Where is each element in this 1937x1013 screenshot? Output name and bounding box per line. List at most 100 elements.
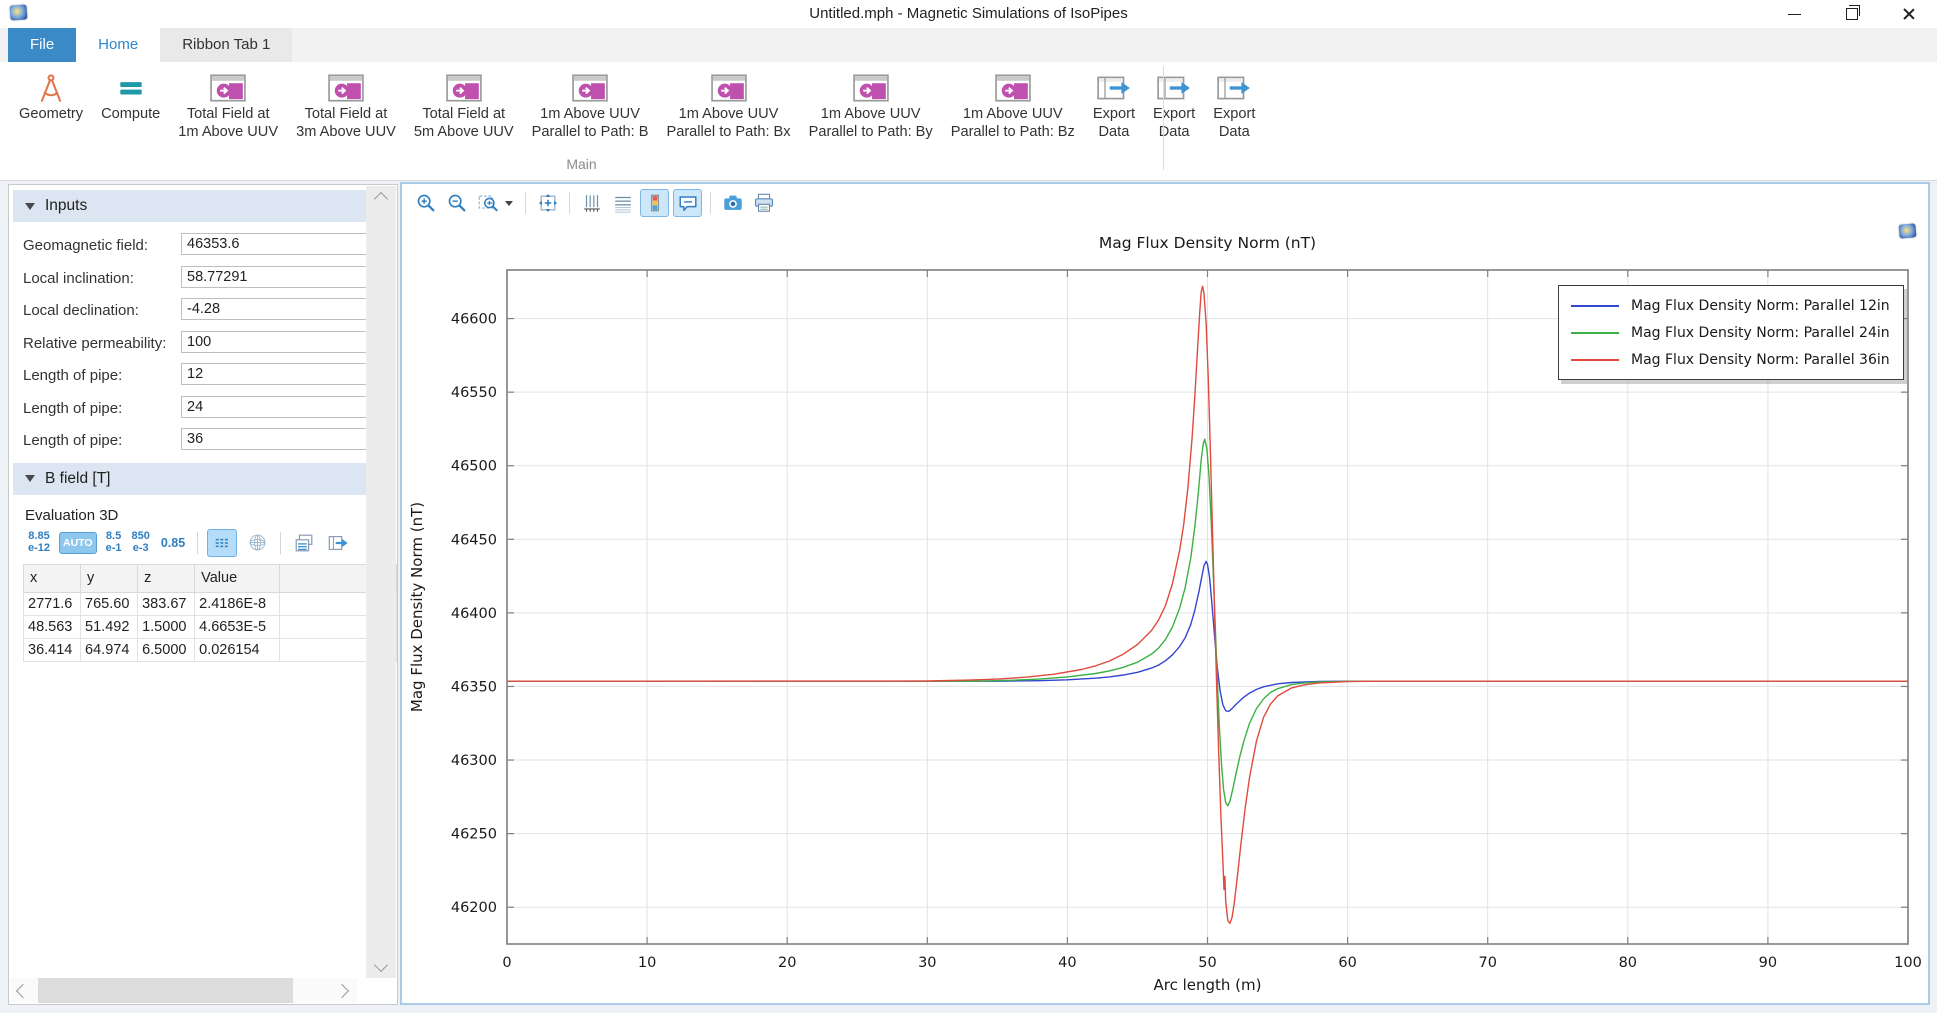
svg-text:Mag Flux Density Norm (nT): Mag Flux Density Norm (nT) bbox=[1099, 234, 1316, 252]
ribbon-item-1m-above-uuv-parallel-to-path-bx[interactable]: 1m Above UUVParallel to Path: Bx bbox=[657, 68, 799, 143]
horizontal-scrollbar[interactable] bbox=[10, 978, 357, 1003]
new-table-window-icon[interactable] bbox=[290, 530, 318, 556]
tab-file[interactable]: File bbox=[8, 28, 76, 62]
field-label: Relative permeability: bbox=[23, 335, 166, 352]
field-row-relative-permeability-3: Relative permeability: bbox=[9, 328, 397, 361]
export-table-icon[interactable] bbox=[324, 530, 352, 556]
dropdown-caret-icon[interactable] bbox=[505, 201, 513, 206]
legend-entry: Mag Flux Density Norm: Parallel 24in bbox=[1559, 319, 1903, 346]
zoom-in-icon[interactable] bbox=[412, 190, 439, 216]
unit-button-8-5-e-1[interactable]: 8.5e-1 bbox=[106, 531, 122, 554]
ribbon-item-1m-above-uuv-parallel-to-path-bz[interactable]: 1m Above UUVParallel to Path: Bz bbox=[942, 68, 1084, 143]
geomagnetic-field-input-0[interactable] bbox=[181, 233, 371, 255]
svg-text:80: 80 bbox=[1619, 955, 1637, 971]
svg-text:46600: 46600 bbox=[451, 312, 497, 328]
inputs-section-header[interactable]: Inputs bbox=[13, 190, 393, 222]
ribbon-item-total-field-at-5m-above-uuv[interactable]: Total Field at5m Above UUV bbox=[405, 68, 523, 143]
unit-button-0-85[interactable]: 0.85 bbox=[161, 536, 185, 550]
tab-ribbon-tab-1[interactable]: Ribbon Tab 1 bbox=[160, 28, 292, 62]
table-header-z[interactable]: z bbox=[138, 564, 195, 592]
table-header-x[interactable]: x bbox=[24, 564, 81, 592]
zoom-box-icon[interactable] bbox=[474, 190, 501, 216]
length-of-pipe-input-4[interactable] bbox=[181, 363, 371, 385]
bfield-section-header[interactable]: B field [T] bbox=[13, 463, 393, 495]
table-header-y[interactable]: y bbox=[81, 564, 138, 592]
relative-permeability-input-3[interactable] bbox=[181, 331, 371, 353]
unit-button-850-e-3[interactable]: 850e-3 bbox=[132, 531, 150, 554]
svg-text:Arc length (m): Arc length (m) bbox=[1153, 976, 1261, 994]
table-row[interactable]: 2771.6765.60383.672.4186E-8 bbox=[24, 592, 397, 615]
minimize-button[interactable] bbox=[1766, 0, 1823, 28]
legend-line-sample bbox=[1571, 359, 1619, 361]
ribbon-item-label: Total Field at5m Above UUV bbox=[414, 106, 514, 141]
ribbon-item-export-data[interactable]: ExportData bbox=[1144, 68, 1204, 143]
y-axis-grid-icon[interactable] bbox=[578, 190, 605, 216]
tab-home[interactable]: Home bbox=[76, 28, 160, 62]
field-row-local-inclination-1: Local inclination: bbox=[9, 263, 397, 296]
ribbon-item-label: 1m Above UUVParallel to Path: By bbox=[809, 106, 933, 141]
print-icon[interactable] bbox=[750, 190, 777, 216]
table-row[interactable]: 36.41464.9746.50000.026154 bbox=[24, 638, 397, 661]
ribbon-item-label: Geometry bbox=[19, 106, 83, 124]
horizontal-scrollbar-thumb[interactable] bbox=[38, 978, 293, 1003]
field-row-length-of-pipe-4: Length of pipe: bbox=[9, 360, 397, 393]
inputs-section-title: Inputs bbox=[45, 197, 87, 215]
ribbon-item-label: 1m Above UUVParallel to Path: B bbox=[532, 106, 649, 141]
zoom-extents-icon[interactable] bbox=[534, 190, 561, 216]
ribbon-items: Geometry ComputeTotal Field at1m Above UU… bbox=[10, 68, 1264, 143]
sphere-icon[interactable] bbox=[243, 530, 271, 556]
chart-legend: Mag Flux Density Norm: Parallel 12in Mag … bbox=[1558, 285, 1904, 380]
ribbon-item-total-field-at-1m-above-uuv[interactable]: Total Field at1m Above UUV bbox=[169, 68, 287, 143]
ribbon-item-1m-above-uuv-parallel-to-path-by[interactable]: 1m Above UUVParallel to Path: By bbox=[800, 68, 942, 143]
ribbon-item-total-field-at-3m-above-uuv[interactable]: Total Field at3m Above UUV bbox=[287, 68, 405, 143]
plot-tooltip-icon[interactable] bbox=[673, 189, 702, 217]
svg-text:10: 10 bbox=[638, 955, 656, 971]
ribbon-item-geometry[interactable]: Geometry bbox=[10, 68, 92, 126]
plot-window-icon bbox=[711, 70, 747, 106]
table-cell: 4.6653E-5 bbox=[195, 615, 280, 638]
ribbon-item-1m-above-uuv-parallel-to-path-b[interactable]: 1m Above UUVParallel to Path: B bbox=[523, 68, 658, 143]
svg-text:70: 70 bbox=[1478, 955, 1496, 971]
local-declination-input-2[interactable] bbox=[181, 298, 371, 320]
restore-button[interactable] bbox=[1823, 0, 1880, 28]
snapshot-icon[interactable] bbox=[719, 190, 746, 216]
ribbon-item-label: ExportData bbox=[1093, 106, 1135, 141]
table-cell: 6.5000 bbox=[138, 638, 195, 661]
svg-text:0: 0 bbox=[502, 955, 511, 971]
window-title: Untitled.mph - Magnetic Simulations of I… bbox=[0, 0, 1937, 28]
zoom-out-icon[interactable] bbox=[443, 190, 470, 216]
ribbon-item-compute[interactable]: Compute bbox=[92, 68, 169, 126]
geometry-icon bbox=[36, 70, 66, 106]
table-cell: 48.563 bbox=[24, 615, 81, 638]
color-legend-icon[interactable] bbox=[640, 189, 669, 217]
svg-text:50: 50 bbox=[1198, 955, 1216, 971]
plot-window-icon bbox=[853, 70, 889, 106]
local-inclination-input-1[interactable] bbox=[181, 266, 371, 288]
close-button[interactable] bbox=[1880, 0, 1937, 28]
toolbar-separator bbox=[569, 192, 570, 214]
table-cell: 36.414 bbox=[24, 638, 81, 661]
field-row-length-of-pipe-5: Length of pipe: bbox=[9, 393, 397, 426]
toolbar-separator bbox=[525, 192, 526, 214]
window-controls bbox=[1766, 0, 1937, 28]
ribbon-item-export-data[interactable]: ExportData bbox=[1204, 68, 1264, 143]
table-header-value[interactable]: Value bbox=[195, 564, 280, 592]
vertical-scrollbar[interactable] bbox=[366, 186, 396, 978]
table-cell: 765.60 bbox=[81, 592, 138, 615]
legend-label: Mag Flux Density Norm: Parallel 36in bbox=[1631, 352, 1890, 368]
ribbon-item-export-data[interactable]: ExportData bbox=[1084, 68, 1144, 143]
table-cell: 64.974 bbox=[81, 638, 138, 661]
table-view-icon[interactable] bbox=[207, 529, 237, 557]
field-label: Length of pipe: bbox=[23, 367, 122, 384]
grid-lines-icon[interactable] bbox=[609, 190, 636, 216]
plot-window-icon bbox=[572, 70, 608, 106]
unit-button-auto[interactable]: AUTO bbox=[59, 532, 97, 554]
ribbon-tab-row: FileHomeRibbon Tab 1 bbox=[0, 28, 1937, 62]
field-row-length-of-pipe-6: Length of pipe: bbox=[9, 425, 397, 458]
length-of-pipe-input-5[interactable] bbox=[181, 396, 371, 418]
table-row[interactable]: 48.56351.4921.50004.6653E-5 bbox=[24, 615, 397, 638]
ribbon-item-label: ExportData bbox=[1153, 106, 1195, 141]
length-of-pipe-input-6[interactable] bbox=[181, 428, 371, 450]
unit-button-8-85-e-12[interactable]: 8.85e-12 bbox=[28, 531, 50, 554]
legend-label: Mag Flux Density Norm: Parallel 12in bbox=[1631, 298, 1890, 314]
